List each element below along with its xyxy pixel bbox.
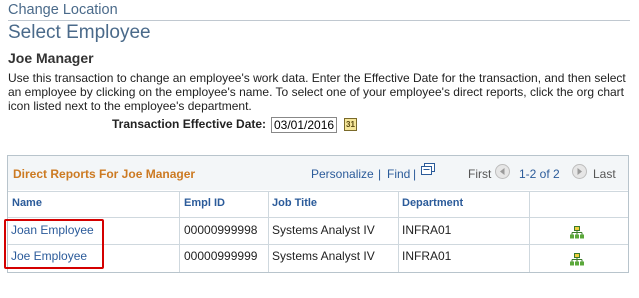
personalize-link[interactable]: Personalize: [311, 167, 374, 181]
page-title: Select Employee: [8, 22, 151, 43]
column-header-name[interactable]: Name: [12, 197, 42, 209]
column-header-row: [8, 191, 628, 217]
view-all-icon[interactable]: [421, 163, 435, 175]
find-link[interactable]: Find: [387, 167, 410, 181]
department-cell: INFRA01: [402, 223, 452, 237]
grid-title: Direct Reports For Joe Manager: [13, 167, 196, 181]
column-header-empl-id[interactable]: Empl ID: [184, 197, 225, 209]
department-cell: INFRA01: [402, 249, 452, 263]
manager-name: Joe Manager: [8, 50, 94, 66]
separator: |: [413, 167, 417, 181]
column-header-department[interactable]: Department: [402, 197, 463, 209]
last-label[interactable]: Last: [593, 167, 616, 181]
breadcrumb: Change Location: [8, 2, 118, 18]
empl-id-cell: 00000999998: [184, 223, 258, 237]
column-header-job-title[interactable]: Job Title: [272, 197, 317, 209]
org-chart-icon[interactable]: [570, 253, 584, 266]
separator: |: [378, 167, 382, 181]
job-title-cell: Systems Analyst IV: [272, 223, 375, 237]
effective-date-label: Transaction Effective Date:: [112, 117, 267, 131]
previous-row-icon[interactable]: [495, 164, 510, 179]
first-label[interactable]: First: [468, 167, 491, 181]
empl-id-cell: 00000999999: [184, 249, 258, 263]
highlight-box: [4, 219, 104, 269]
instructions-text: Use this transaction to change an employ…: [8, 71, 626, 113]
row-range: 1-2 of 2: [519, 167, 560, 181]
next-row-icon[interactable]: [572, 164, 587, 179]
job-title-cell: Systems Analyst IV: [272, 249, 375, 263]
effective-date-input[interactable]: [271, 117, 337, 133]
calendar-icon[interactable]: 31: [344, 118, 357, 131]
org-chart-icon[interactable]: [570, 226, 584, 239]
breadcrumb-divider: [8, 20, 630, 21]
